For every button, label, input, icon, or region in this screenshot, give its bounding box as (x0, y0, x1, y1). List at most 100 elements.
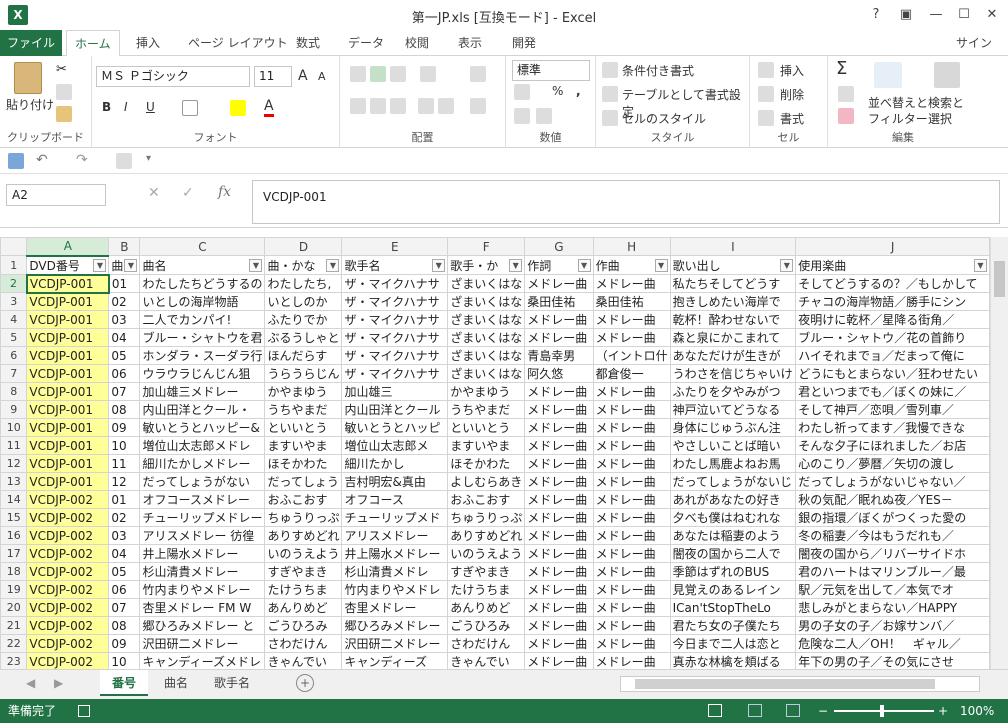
format-painter-icon[interactable] (56, 106, 72, 122)
cell[interactable]: ちゅうりっぷ (447, 508, 526, 527)
cell[interactable]: 吉村明宏&真由 (341, 472, 449, 491)
cell[interactable]: 井上陽水メドレー (139, 544, 266, 563)
cell[interactable]: メドレー曲 (592, 652, 671, 669)
cell[interactable]: たけうちま (447, 580, 526, 599)
cell[interactable]: メドレー曲 (524, 418, 594, 437)
cell[interactable]: メドレー曲 (592, 400, 671, 419)
row-header[interactable]: 4 (0, 310, 28, 329)
cell[interactable]: 悲しみがとまらない／HAPPY (795, 598, 990, 617)
hscroll-thumb[interactable] (635, 679, 935, 689)
cell[interactable]: うらうらじん (264, 364, 343, 383)
cell[interactable]: いとしの海岸物語 (139, 292, 266, 311)
row-header[interactable]: 16 (0, 526, 28, 545)
cell[interactable]: 抱きしめたい海岸で (669, 292, 797, 311)
cell[interactable]: VCDJP-001 (26, 454, 110, 473)
cell[interactable]: そんな夕子にほれました／お店 (795, 436, 990, 455)
row-header[interactable]: 6 (0, 346, 28, 365)
cell[interactable]: メドレー曲 (592, 382, 671, 401)
cell[interactable]: メドレー曲 (524, 382, 594, 401)
cell[interactable]: いのうえよう (447, 544, 526, 563)
cell[interactable]: ザ・マイクハナサ (341, 274, 449, 293)
font-color-button[interactable]: A (264, 98, 274, 117)
filter-dropdown-icon[interactable]: ▼ (509, 258, 523, 272)
filter-dropdown-icon[interactable]: ▼ (432, 258, 446, 272)
row-header[interactable]: 8 (0, 382, 28, 401)
align-middle-icon[interactable] (370, 66, 386, 82)
cell[interactable]: メドレー曲 (524, 490, 594, 509)
header-cell[interactable]: ▼ DVD番号 (26, 255, 110, 275)
cell[interactable]: すぎやまき (264, 562, 343, 581)
fill-icon[interactable] (838, 86, 854, 102)
cell[interactable]: チューリップメドレー (139, 508, 266, 527)
cell[interactable]: 沢田研二メドレー (139, 634, 266, 653)
cell[interactable]: 杉山清貴メドレー (139, 562, 266, 581)
paste-button[interactable]: 貼り付け (6, 96, 54, 113)
cell[interactable]: 郷ひろみメドレー (341, 616, 449, 635)
cell[interactable]: 今日まで二人は恋と (669, 634, 797, 653)
cell[interactable]: メドレー曲 (592, 616, 671, 635)
column-header-d[interactable]: D (264, 237, 343, 256)
find-select-icon[interactable] (934, 62, 960, 88)
fill-color-icon[interactable] (230, 100, 246, 116)
cell[interactable]: 07 (108, 598, 141, 617)
align-top-icon[interactable] (350, 66, 366, 82)
filter-dropdown-icon[interactable]: ▼ (326, 258, 340, 272)
column-header-g[interactable]: G (524, 237, 594, 256)
header-cell[interactable]: ▼ 歌手名 (341, 255, 449, 275)
cell[interactable]: 危険な二人／OH！ ギャル／ (795, 634, 990, 653)
cell[interactable]: チャコの海岸物語／勝手にシン (795, 292, 990, 311)
row-header[interactable]: 7 (0, 364, 28, 383)
cell[interactable]: メドレー曲 (524, 580, 594, 599)
comma-button[interactable]: , (576, 84, 581, 98)
header-cell[interactable]: ▼ 曲・かな (264, 255, 343, 275)
cell[interactable]: メドレー曲 (592, 598, 671, 617)
cell[interactable]: ざまいくはな (447, 310, 526, 329)
cell[interactable]: だってしょう (264, 472, 343, 491)
cell[interactable]: メドレー曲 (592, 310, 671, 329)
cell[interactable]: 秋の気配／眠れぬ夜／YES－ (795, 490, 990, 509)
row-header[interactable]: 12 (0, 454, 28, 473)
insert-function-button[interactable]: fx (218, 184, 231, 200)
align-center-icon[interactable] (370, 98, 386, 114)
format-cells-button[interactable]: 書式 (780, 110, 804, 127)
cell[interactable]: 銀の指環／ぼくがつくった愛の (795, 508, 990, 527)
filter-dropdown-icon[interactable]: ▼ (974, 258, 987, 272)
row-header[interactable]: 5 (0, 328, 28, 347)
cell[interactable]: VCDJP-001 (26, 310, 110, 329)
cell[interactable]: あなただけが生きが (669, 346, 797, 365)
cell[interactable]: 04 (108, 544, 141, 563)
sheet-tab-number[interactable]: 番号 (100, 670, 149, 696)
cell[interactable]: アリスメドレー (341, 526, 449, 545)
row-header[interactable]: 3 (0, 292, 28, 311)
percent-button[interactable]: % (552, 84, 563, 98)
cell[interactable]: ふたりを夕やみがつ (669, 382, 797, 401)
cell[interactable]: ぶるうしゃと (264, 328, 343, 347)
header-cell[interactable]: ▼ 曲 (108, 255, 141, 275)
cell[interactable]: メドレー曲 (524, 310, 594, 329)
cell[interactable]: 心のこり／夢暦／矢切の渡し (795, 454, 990, 473)
cell[interactable]: ほそかわた (264, 454, 343, 473)
cell[interactable]: 男の子女の子／お嫁サンバ／ (795, 616, 990, 635)
cell[interactable]: 01 (108, 490, 141, 509)
cell[interactable]: メドレー曲 (592, 328, 671, 347)
row-header[interactable]: 20 (0, 598, 28, 617)
name-box[interactable]: A2 (6, 184, 106, 206)
row-header[interactable]: 15 (0, 508, 28, 527)
cell[interactable]: そして神戸／恋唄／雪列車／ (795, 400, 990, 419)
cell[interactable]: メドレー曲 (592, 472, 671, 491)
cell[interactable]: 内山田洋とクール・ (139, 400, 266, 419)
cell[interactable]: VCDJP-001 (26, 418, 110, 437)
cell[interactable]: VCDJP-002 (26, 634, 110, 653)
clear-icon[interactable] (838, 108, 854, 124)
tab-insert[interactable]: 挿入 (128, 30, 168, 56)
filter-dropdown-icon[interactable]: ▼ (654, 258, 668, 272)
cell[interactable]: VCDJP-001 (26, 346, 110, 365)
customize-qat-icon[interactable]: ▾ (146, 153, 151, 164)
cell[interactable]: 阿久悠 (524, 364, 594, 383)
cell[interactable]: VCDJP-002 (26, 526, 110, 545)
cell[interactable]: キャンディーズ (341, 652, 449, 669)
wrap-text-icon[interactable] (470, 66, 486, 82)
cell-styles-button[interactable]: セルのスタイル (622, 110, 706, 127)
cell[interactable]: VCDJP-001 (26, 292, 110, 311)
header-cell[interactable]: ▼ 曲名 (139, 255, 266, 275)
